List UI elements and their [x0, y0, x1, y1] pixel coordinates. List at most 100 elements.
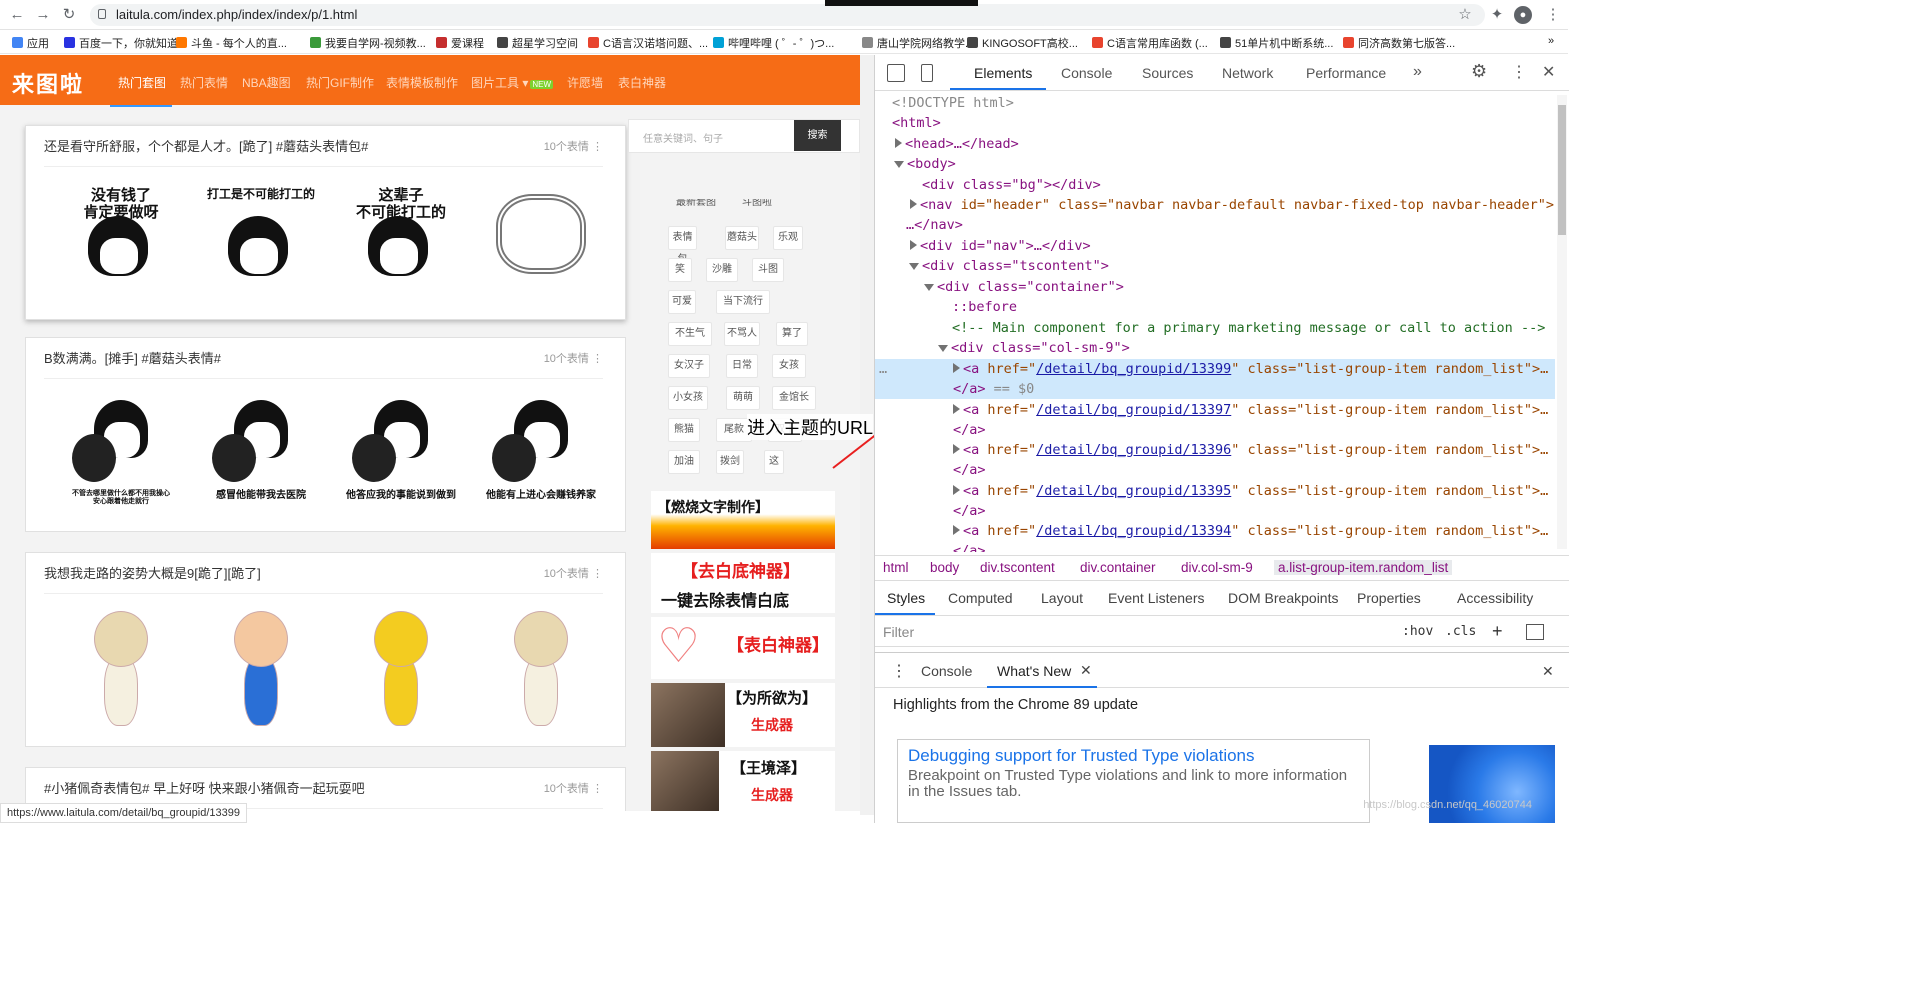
hov-button[interactable]: :hov: [1402, 624, 1433, 639]
breadcrumb-item[interactable]: html: [883, 560, 909, 575]
emoji-thumbnail[interactable]: [476, 174, 606, 304]
emoji-thumbnail[interactable]: 感冒他能带我去医院: [196, 386, 326, 516]
bookmark-item[interactable]: 51单片机中断系统...: [1220, 35, 1333, 51]
breadcrumb-item[interactable]: div.container: [1080, 560, 1156, 575]
site-logo[interactable]: 来图啦: [12, 67, 94, 98]
tag-button[interactable]: 斗图啦: [742, 199, 772, 208]
dom-anchor[interactable]: <a href="/detail/bq_groupid/13394" class…: [875, 521, 1555, 541]
cls-button[interactable]: .cls: [1445, 624, 1476, 639]
search-button[interactable]: 搜索: [794, 120, 841, 151]
styles-tab[interactable]: Accessibility: [1457, 590, 1533, 606]
tag-button[interactable]: 乐观: [773, 226, 803, 250]
bookmark-item[interactable]: 斗鱼 - 每个人的直...: [176, 35, 287, 51]
collapse-triangle-icon[interactable]: [894, 161, 904, 168]
collapse-triangle-icon[interactable]: [909, 263, 919, 270]
tab-network[interactable]: Network: [1222, 65, 1273, 81]
bookmark-item[interactable]: KINGOSOFT高校...: [967, 35, 1078, 51]
collapse-triangle-icon[interactable]: [938, 345, 948, 352]
breadcrumb-item[interactable]: body: [930, 560, 959, 575]
expand-triangle-icon[interactable]: [953, 444, 960, 454]
tab-performance[interactable]: Performance: [1306, 65, 1386, 81]
drawer-menu-icon[interactable]: ⋮: [891, 661, 907, 681]
address-bar[interactable]: laitula.com/index.php/index/index/p/1.ht…: [90, 4, 1485, 26]
tag-button[interactable]: 不骂人: [724, 322, 760, 346]
emoji-thumbnail[interactable]: [476, 601, 606, 731]
bookmark-item[interactable]: C语言常用库函数 (...: [1092, 35, 1208, 51]
tag-button[interactable]: 日常: [726, 354, 758, 378]
styles-tab[interactable]: DOM Breakpoints: [1228, 590, 1338, 606]
emoji-thumbnail[interactable]: [196, 601, 326, 731]
anchor-href[interactable]: /detail/bq_groupid/13396: [1036, 442, 1231, 458]
tag-button[interactable]: 最新套图: [676, 199, 716, 208]
toggle-sidebar-icon[interactable]: [1526, 624, 1544, 640]
forward-arrow-icon[interactable]: →: [34, 6, 52, 24]
tab-elements[interactable]: Elements: [974, 65, 1032, 81]
breadcrumb-item[interactable]: div.tscontent: [980, 560, 1055, 575]
search-box[interactable]: 任意关键词、句子 搜索: [628, 119, 860, 153]
anchor-href[interactable]: /detail/bq_groupid/13399: [1036, 361, 1231, 377]
back-arrow-icon[interactable]: ←: [8, 6, 26, 24]
tag-button[interactable]: 表情包: [668, 226, 697, 265]
emoji-thumbnail[interactable]: 打工是不可能打工的: [196, 174, 326, 304]
tag-button[interactable]: 笑: [668, 258, 692, 282]
tag-button[interactable]: 加油: [668, 450, 700, 474]
site-nav-item[interactable]: NBA趣图: [242, 74, 291, 91]
dom-div-bg[interactable]: <div class="bg"></div>: [922, 175, 1555, 195]
breadcrumb-item[interactable]: div.col-sm-9: [1181, 560, 1253, 575]
profile-avatar-icon[interactable]: ●: [1514, 6, 1532, 24]
tag-button[interactable]: 蘑菇头: [725, 226, 759, 250]
emoji-thumbnail[interactable]: 没有钱了 肯定要做呀: [56, 174, 186, 304]
reload-icon[interactable]: ↻: [60, 6, 78, 24]
site-nav-item[interactable]: 许愿墙: [567, 74, 603, 91]
expand-triangle-icon[interactable]: [910, 199, 917, 209]
ellipsis-icon[interactable]: …: [879, 359, 887, 379]
bookmark-item[interactable]: C语言汉诺塔问题、...: [588, 35, 708, 51]
inspect-element-icon[interactable]: [887, 64, 905, 82]
whats-new-card[interactable]: Debugging support for Trusted Type viola…: [897, 739, 1370, 823]
post-card[interactable]: B数满满。[摊手] #蘑菇头表情# 10个表情 ⋮ 不管去哪里做什么都不用我操心 安…: [25, 337, 626, 532]
emoji-thumbnail[interactable]: 他能有上进心会赚钱养家: [476, 386, 606, 516]
tag-button[interactable]: 熊猫: [668, 418, 700, 442]
styles-tab[interactable]: Styles: [887, 590, 925, 606]
more-tabs-icon[interactable]: »: [1413, 63, 1422, 81]
post-title[interactable]: #小猪佩奇表情包# 早上好呀 快来跟小猪佩奇一起玩耍吧: [44, 778, 365, 797]
tag-button[interactable]: 这: [764, 450, 784, 474]
tag-button[interactable]: 斗图: [752, 258, 784, 282]
sidebar-banner[interactable]: ♡ 【表白神器】: [651, 617, 835, 679]
anchor-href[interactable]: /detail/bq_groupid/13394: [1036, 523, 1231, 539]
dom-div-col[interactable]: <div class="col-sm-9">: [938, 338, 1555, 358]
post-title[interactable]: B数满满。[摊手] #蘑菇头表情#: [44, 348, 221, 367]
tag-button[interactable]: 可爱: [668, 290, 696, 314]
menu-dots-icon[interactable]: ⋮: [1544, 6, 1562, 24]
styles-tab[interactable]: Computed: [948, 590, 1013, 606]
styles-tab[interactable]: Properties: [1357, 590, 1421, 606]
sidebar-banner[interactable]: 【为所欲为】 生成器: [651, 683, 835, 747]
bookmark-item[interactable]: 超星学习空间: [497, 35, 578, 51]
tab-console[interactable]: Console: [1061, 65, 1112, 81]
tag-button[interactable]: 沙雕: [706, 258, 738, 282]
tag-button[interactable]: 当下流行: [716, 290, 770, 314]
dom-anchor[interactable]: <a href="/detail/bq_groupid/13397" class…: [875, 400, 1555, 420]
dom-scrollbar[interactable]: [1557, 95, 1567, 549]
anchor-href[interactable]: /detail/bq_groupid/13397: [1036, 402, 1231, 418]
tag-button[interactable]: 女汉子: [668, 354, 710, 378]
site-nav-item[interactable]: 热门表情: [180, 74, 228, 91]
bookmark-item[interactable]: 我要自学网-视频教...: [310, 35, 426, 51]
close-tab-icon[interactable]: ✕: [1080, 662, 1092, 679]
tag-button[interactable]: 算了: [776, 322, 808, 346]
site-nav-item[interactable]: 热门套图: [118, 74, 166, 91]
dom-scroll-thumb[interactable]: [1558, 105, 1566, 235]
tag-button[interactable]: 小女孩: [668, 386, 708, 410]
menu-dots-icon[interactable]: ⋮: [1511, 62, 1527, 82]
expand-triangle-icon[interactable]: [910, 240, 917, 250]
dom-anchor[interactable]: <a href="/detail/bq_groupid/13396" class…: [875, 440, 1555, 460]
drawer-tab-console[interactable]: Console: [921, 663, 972, 679]
post-card[interactable]: 还是看守所舒服，个个都是人才。[跪了] #蘑菇头表情包# 10个表情 ⋮ 没有钱了 …: [25, 125, 626, 320]
post-title[interactable]: 我想我走路的姿势大概是9[跪了][跪了]: [44, 563, 261, 582]
tag-button[interactable]: 萌萌: [726, 386, 760, 410]
dom-head[interactable]: <head>…</head>: [895, 134, 1555, 154]
dom-anchor[interactable]: … <a href="/detail/bq_groupid/13399" clas…: [875, 359, 1555, 379]
expand-triangle-icon[interactable]: [953, 525, 960, 535]
styles-tab[interactable]: Event Listeners: [1108, 590, 1205, 606]
emoji-thumbnail[interactable]: [56, 601, 186, 731]
